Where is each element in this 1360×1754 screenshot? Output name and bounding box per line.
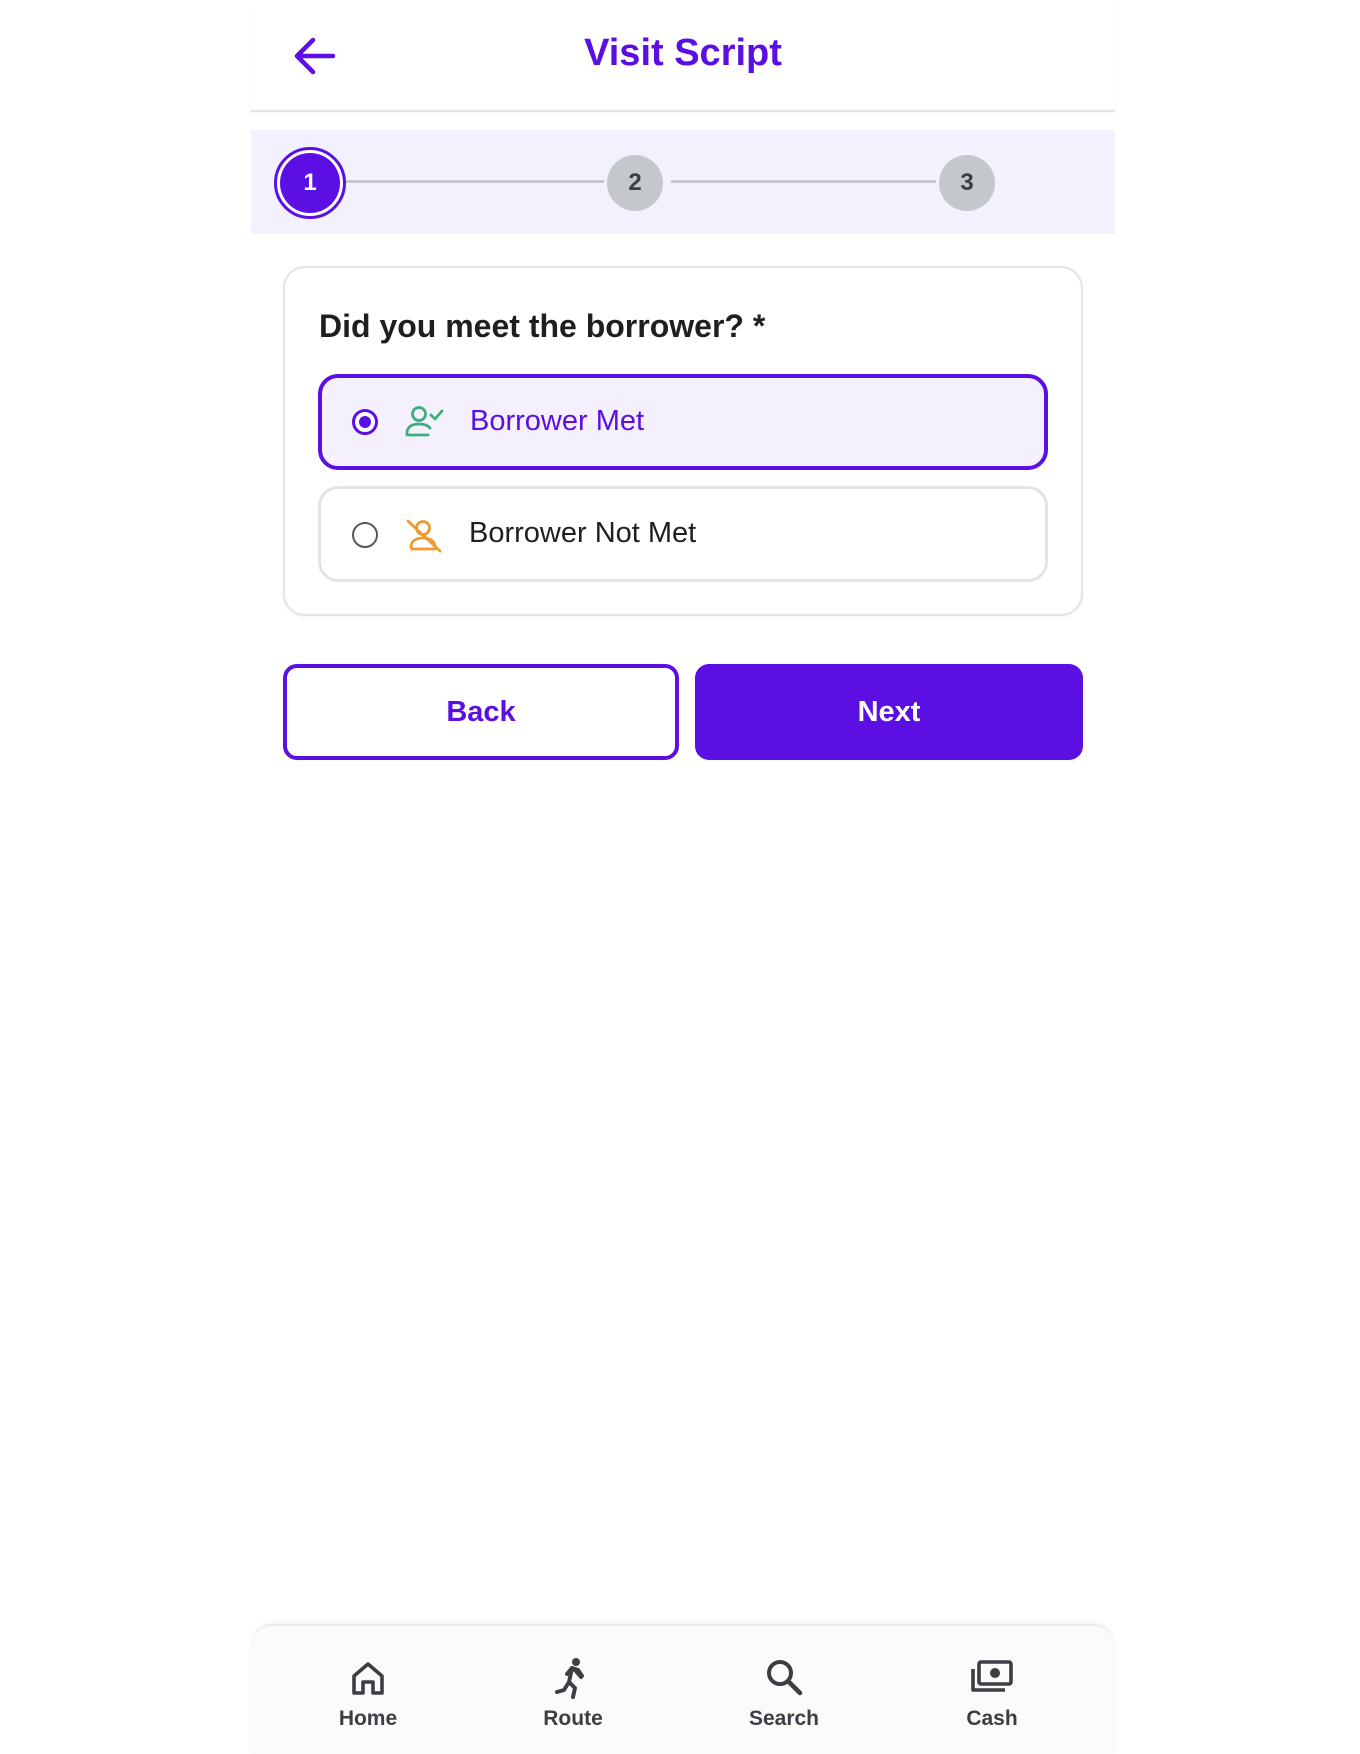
radio-button-unselected[interactable] <box>352 522 378 548</box>
next-button[interactable]: Next <box>695 664 1083 760</box>
nav-item-search[interactable]: Search <box>724 1656 844 1731</box>
nav-item-cash[interactable]: Cash <box>932 1656 1052 1731</box>
question-label: Did you meet the borrower? * <box>319 308 766 344</box>
step-3: 3 <box>939 155 995 211</box>
option-label: Borrower Not Met <box>469 517 697 549</box>
option-borrower-met[interactable]: Borrower Met <box>318 374 1048 470</box>
option-borrower-not-met[interactable]: Borrower Not Met <box>318 486 1048 582</box>
user-off-icon <box>406 519 442 553</box>
cash-icon <box>971 1660 1013 1692</box>
nav-label: Cash <box>966 1707 1018 1730</box>
nav-item-home[interactable]: Home <box>308 1656 428 1731</box>
step-connector <box>671 180 936 183</box>
app-screen: Visit Script 1 2 3 Did you meet the borr… <box>251 0 1115 1754</box>
bottom-navigation: Home Route Search Cash <box>251 1624 1115 1754</box>
radio-button-selected[interactable] <box>352 409 378 435</box>
home-icon <box>352 1662 384 1695</box>
nav-label: Search <box>748 1707 820 1730</box>
step-1: 1 <box>274 147 346 219</box>
question-card: Did you meet the borrower? * Borrower Me… <box>283 266 1083 616</box>
step-connector <box>339 180 604 183</box>
nav-item-route[interactable]: Route <box>513 1656 633 1731</box>
step-1-number: 1 <box>280 153 340 213</box>
back-button[interactable]: Back <box>283 664 679 760</box>
option-label: Borrower Met <box>470 405 645 437</box>
page-title: Visit Script <box>584 32 782 74</box>
progress-stepper: 1 2 3 <box>251 130 1115 234</box>
nav-label: Route <box>543 1707 603 1730</box>
user-check-icon <box>405 406 444 437</box>
nav-label: Home <box>338 1707 398 1730</box>
search-icon <box>767 1660 803 1696</box>
running-person-icon <box>555 1658 584 1699</box>
top-bar: Visit Script <box>251 0 1115 112</box>
step-2: 2 <box>607 155 663 211</box>
